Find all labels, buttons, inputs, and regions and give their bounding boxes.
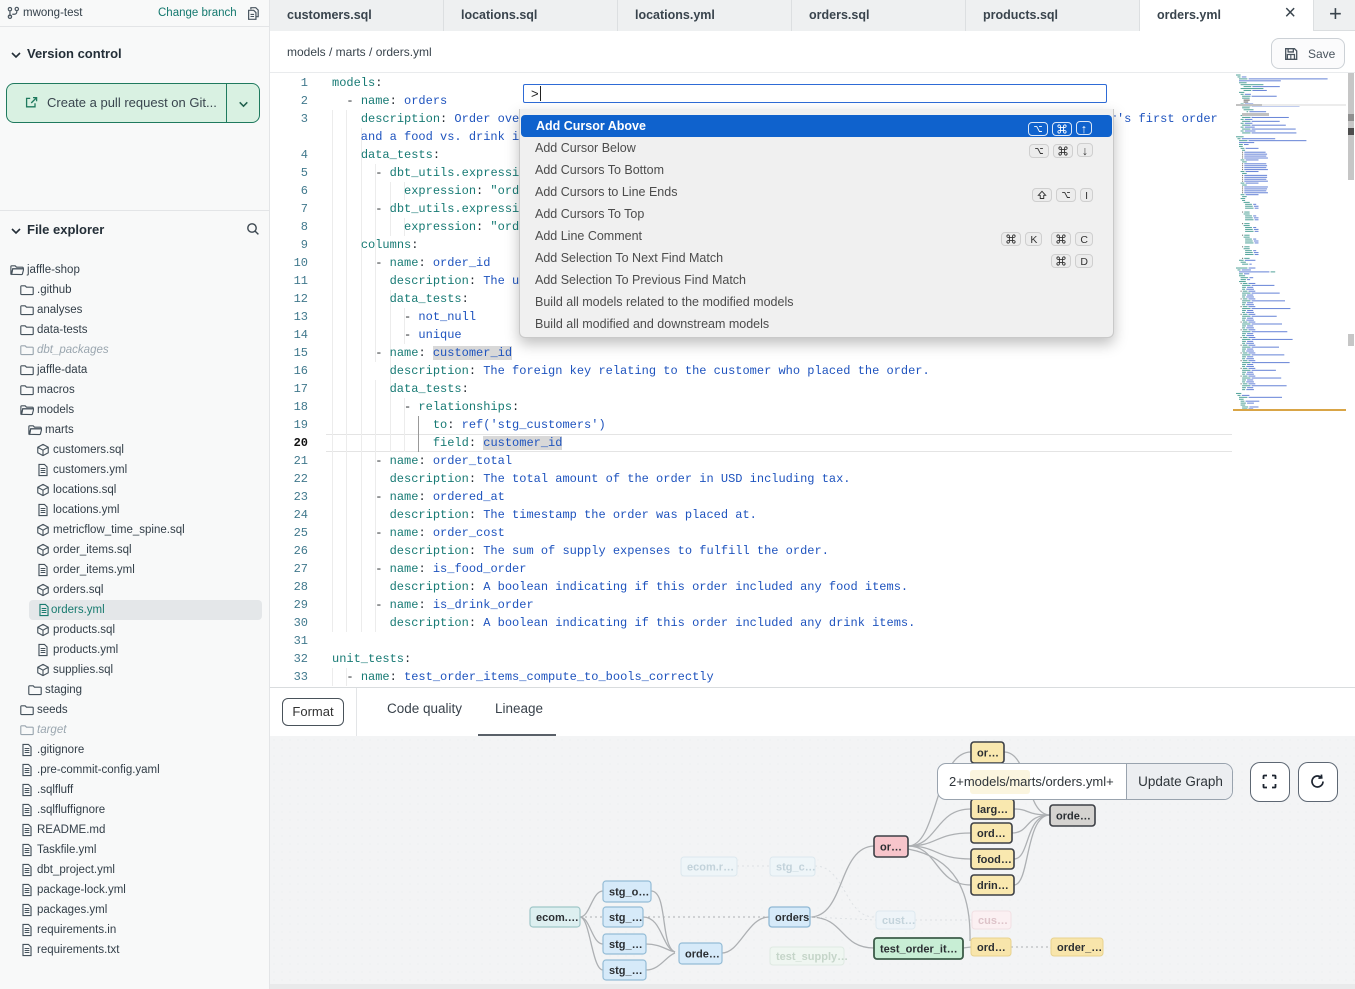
svg-text:cust…: cust… — [882, 915, 916, 927]
svg-text:test_order_it…: test_order_it… — [880, 944, 958, 956]
svg-text:stg_…: stg_… — [609, 912, 643, 924]
svg-text:drin…: drin… — [977, 880, 1009, 892]
svg-text:ord…: ord… — [977, 942, 1006, 954]
svg-text:orde…: orde… — [685, 949, 720, 961]
svg-text:ecom.r…: ecom.r… — [687, 862, 734, 874]
svg-text:food…: food… — [977, 854, 1012, 866]
svg-text:test_supply…: test_supply… — [776, 951, 848, 963]
svg-text:stg_…: stg_… — [609, 939, 643, 951]
svg-text:orders: orders — [775, 912, 809, 924]
svg-text:ord…: ord… — [977, 828, 1006, 840]
svg-text:stg_o…: stg_o… — [609, 887, 649, 899]
svg-text:larg…: larg… — [977, 804, 1008, 816]
svg-text:orde…: orde… — [1056, 811, 1091, 823]
svg-text:or…: or… — [880, 842, 902, 854]
svg-text:stg_…: stg_… — [609, 965, 643, 977]
svg-text:or…: or… — [977, 748, 999, 760]
svg-text:cus…: cus… — [978, 915, 1008, 927]
svg-text:order_…: order_… — [1057, 942, 1102, 954]
svg-text:stg_c…: stg_c… — [776, 862, 816, 874]
svg-text:ecom.…: ecom.… — [536, 912, 579, 924]
